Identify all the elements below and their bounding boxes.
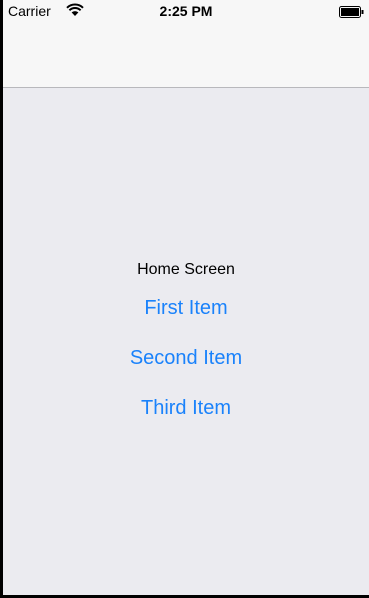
first-item-link[interactable]: First Item: [3, 297, 369, 320]
third-item-link[interactable]: Third Item: [3, 397, 369, 420]
status-time: 2:25 PM: [159, 3, 213, 19]
phone-screen: Carrier 2:25 PM Home Screen First Item S…: [0, 0, 369, 598]
battery-icon: [339, 6, 364, 18]
navigation-bar: Carrier 2:25 PM: [3, 0, 369, 88]
second-item-link[interactable]: Second Item: [3, 347, 369, 370]
status-bar: Carrier 2:25 PM: [3, 0, 369, 22]
page-title: Home Screen: [137, 261, 235, 278]
home-screen-content: Home Screen First Item Second Item Third…: [3, 88, 369, 595]
